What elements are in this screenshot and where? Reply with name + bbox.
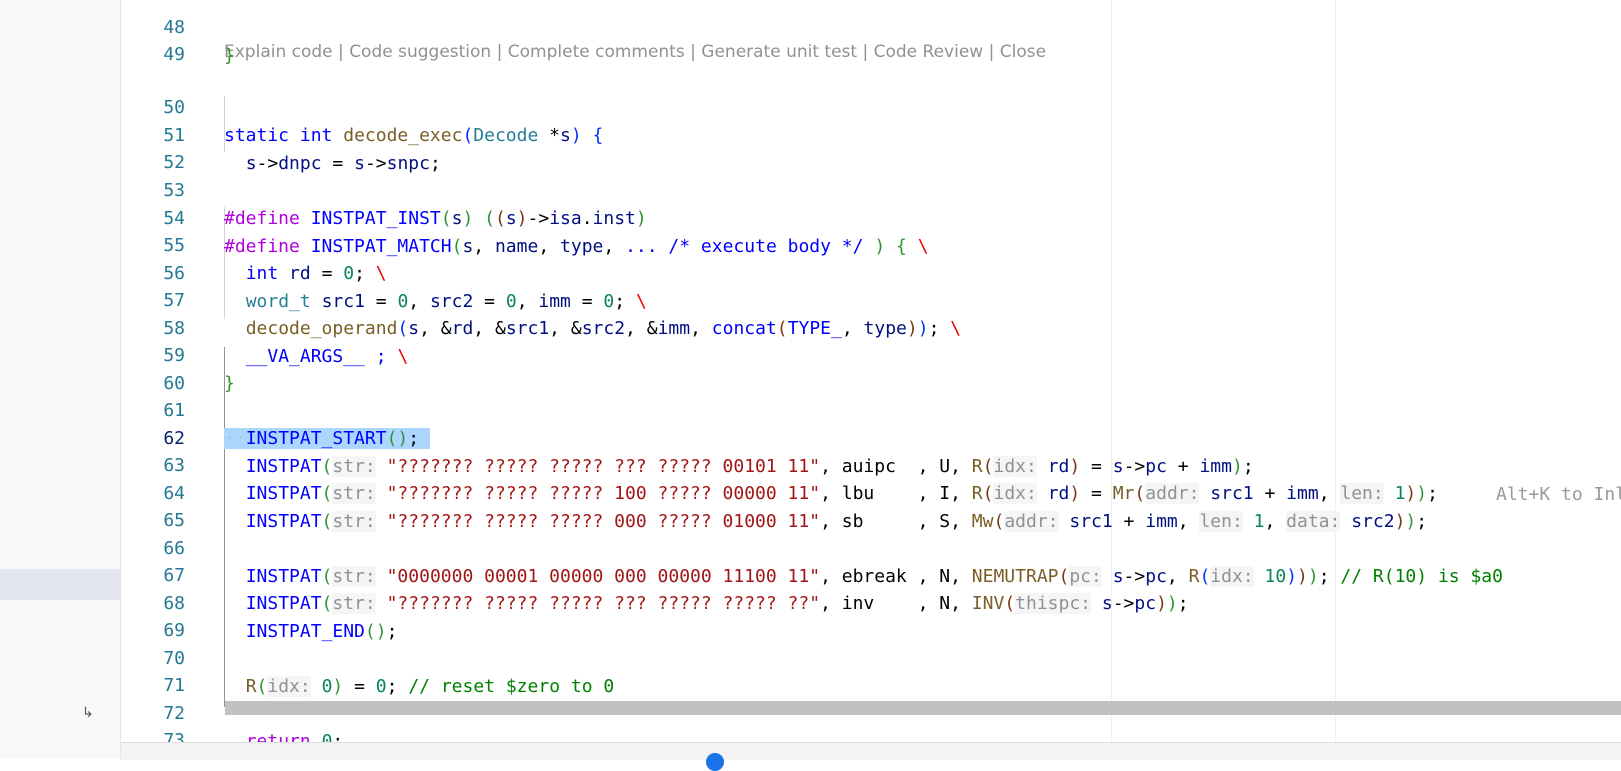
complete-comments-link[interactable]: Complete comments xyxy=(508,42,685,62)
code-line[interactable]: 64 INSTPAT(str: "??????? ????? ????? 000… xyxy=(121,452,1621,532)
codelens-separator: | xyxy=(332,42,350,62)
line-number: 49 xyxy=(163,44,185,65)
code-line[interactable]: 60 xyxy=(121,342,1621,394)
code-line[interactable]: 48 } xyxy=(121,0,1621,66)
code-line[interactable]: 69 xyxy=(121,589,1621,641)
code-review-link[interactable]: Code Review xyxy=(874,42,984,62)
codelens-separator: | xyxy=(857,42,874,62)
codelens-separator: | xyxy=(491,42,508,62)
code-line[interactable]: 67 INSTPAT(str: "??????? ????? ????? ???… xyxy=(121,534,1621,614)
code-line[interactable]: 63 INSTPAT(str: "??????? ????? ????? 100… xyxy=(121,424,1621,504)
left-panel xyxy=(0,0,121,759)
code-line[interactable]: 72 return 0; xyxy=(121,672,1621,742)
code-line[interactable]: 68 INSTPAT_END(); xyxy=(121,562,1621,642)
codelens-close-link[interactable]: Close xyxy=(1000,42,1046,62)
code-text: return 0; xyxy=(245,731,344,742)
codelens-separator: | xyxy=(684,42,702,62)
code-line[interactable]: 66 INSTPAT(str: "0000000 00001 00000 000… xyxy=(121,507,1621,587)
code-line[interactable]: 57 decode_operand(s, &rd, &src1, &src2, … xyxy=(121,259,1621,339)
code-line[interactable]: 50 static int decode_exec(Decode *s) { xyxy=(121,66,1621,146)
code-line[interactable]: 73 } xyxy=(121,699,1621,742)
left-panel-selected-row[interactable] xyxy=(0,569,120,600)
code-line[interactable]: 70 R(idx: 0) = 0; // reset $zero to 0 xyxy=(121,617,1621,697)
codelens-actions: Explain code | Code suggestion | Complet… xyxy=(224,42,1046,62)
return-arrow-icon[interactable]: ↳ xyxy=(82,705,94,721)
code-line[interactable]: 49 xyxy=(121,13,1621,65)
code-line[interactable]: 54 #define INSTPAT_MATCH(s, name, type, … xyxy=(121,177,1621,257)
codelens-separator: | xyxy=(983,42,1000,62)
explain-code-link[interactable]: Explain code xyxy=(224,42,333,62)
code-editor[interactable]: Explain code | Code suggestion | Complet… xyxy=(121,0,1621,742)
code-line[interactable]: 61 ··INSTPAT_START(); xyxy=(121,369,1621,449)
code-line[interactable]: 53 #define INSTPAT_INST(s) ((s)->isa.ins… xyxy=(121,149,1621,229)
code-line-current[interactable]: 62 INSTPAT(str: "??????? ????? ????? ???… xyxy=(121,397,1621,505)
code-line[interactable]: 51 s->dnpc = s->snpc; xyxy=(121,94,1621,174)
code-suggestion-link[interactable]: Code suggestion xyxy=(349,42,491,62)
status-indicator-icon[interactable] xyxy=(706,753,724,771)
code-line[interactable]: 55 int rd = 0; \ xyxy=(121,204,1621,284)
bottom-panel xyxy=(121,742,1621,760)
code-line[interactable]: 71 xyxy=(121,644,1621,696)
code-line[interactable]: 59 } xyxy=(121,314,1621,394)
code-line[interactable]: 52 xyxy=(121,121,1621,173)
code-line[interactable]: 56 word_t src1 = 0, src2 = 0, imm = 0; \ xyxy=(121,232,1621,312)
code-line[interactable]: 58 __VA_ARGS__ ; \ xyxy=(121,287,1621,367)
line-number: 73 xyxy=(163,730,185,742)
generate-unit-test-link[interactable]: Generate unit test xyxy=(701,42,857,62)
code-line[interactable]: 65 xyxy=(121,479,1621,531)
